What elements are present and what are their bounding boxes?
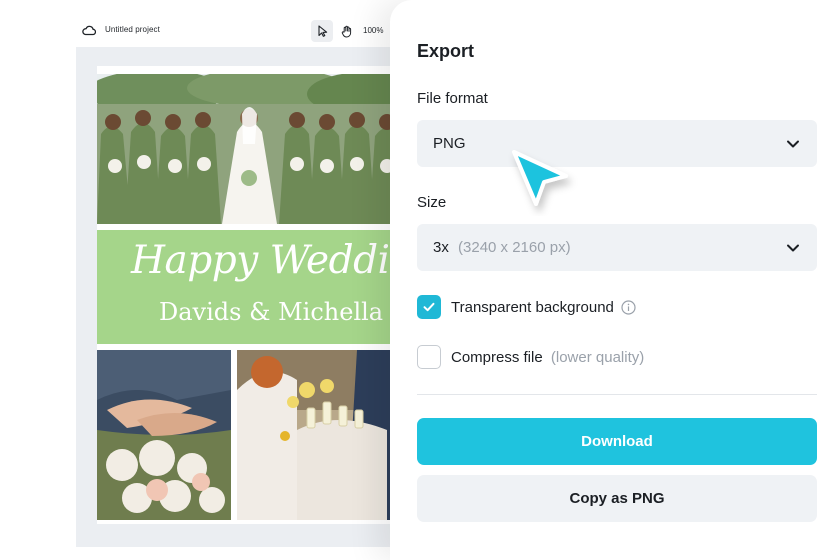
size-select[interactable]: 3x (3240 x 2160 px): [417, 224, 817, 271]
banner-names[interactable]: Davids & Michella: [159, 298, 383, 326]
info-icon[interactable]: [621, 299, 636, 315]
compress-file-label: Compress file: [451, 348, 543, 366]
chevron-down-icon: [787, 244, 799, 252]
size-label: Size: [417, 194, 447, 211]
compress-file-option[interactable]: Compress file (lower quality): [417, 345, 644, 369]
divider: [417, 394, 817, 395]
hand-tool-button[interactable]: [336, 20, 358, 42]
transparent-background-label: Transparent background: [451, 298, 614, 316]
export-panel: Export File format PNG Size 3x (3240 x 2…: [390, 0, 840, 560]
copy-as-png-button[interactable]: Copy as PNG: [417, 475, 817, 522]
panel-title: Export: [417, 41, 475, 61]
project-title[interactable]: Untitled project: [105, 25, 160, 34]
size-value: 3x: [433, 239, 449, 256]
zoom-level[interactable]: 100%: [363, 26, 383, 35]
size-detail: (3240 x 2160 px): [458, 239, 571, 256]
hand-icon: [341, 25, 352, 37]
file-format-value: PNG: [433, 135, 466, 152]
compress-file-checkbox[interactable]: [417, 345, 441, 369]
file-format-select[interactable]: PNG: [417, 120, 817, 167]
cursor-arrow-icon: [512, 150, 568, 206]
champagne-toast-photo: [237, 350, 397, 520]
pointer-tool-button[interactable]: [311, 20, 333, 42]
design-page[interactable]: Happy Wedding Davids & Michella: [97, 66, 397, 524]
chevron-down-icon: [787, 140, 799, 148]
compress-file-label-wrap: Compress file (lower quality): [451, 349, 644, 366]
file-format-label: File format: [417, 90, 488, 107]
bridesmaids-photo: [97, 74, 397, 224]
transparent-background-option[interactable]: Transparent background: [417, 295, 636, 319]
rings-bouquet-photo: [97, 350, 231, 520]
download-button[interactable]: Download: [417, 418, 817, 465]
wedding-banner[interactable]: Happy Wedding Davids & Michella: [97, 230, 397, 344]
checkmark-icon: [423, 302, 435, 312]
banner-title[interactable]: Happy Wedding: [131, 238, 397, 283]
cloud-icon: [82, 25, 96, 36]
transparent-background-checkbox[interactable]: [417, 295, 441, 319]
compress-file-detail: (lower quality): [550, 348, 645, 366]
size-value-wrap: 3x (3240 x 2160 px): [433, 239, 571, 256]
pointer-icon: [317, 25, 327, 37]
